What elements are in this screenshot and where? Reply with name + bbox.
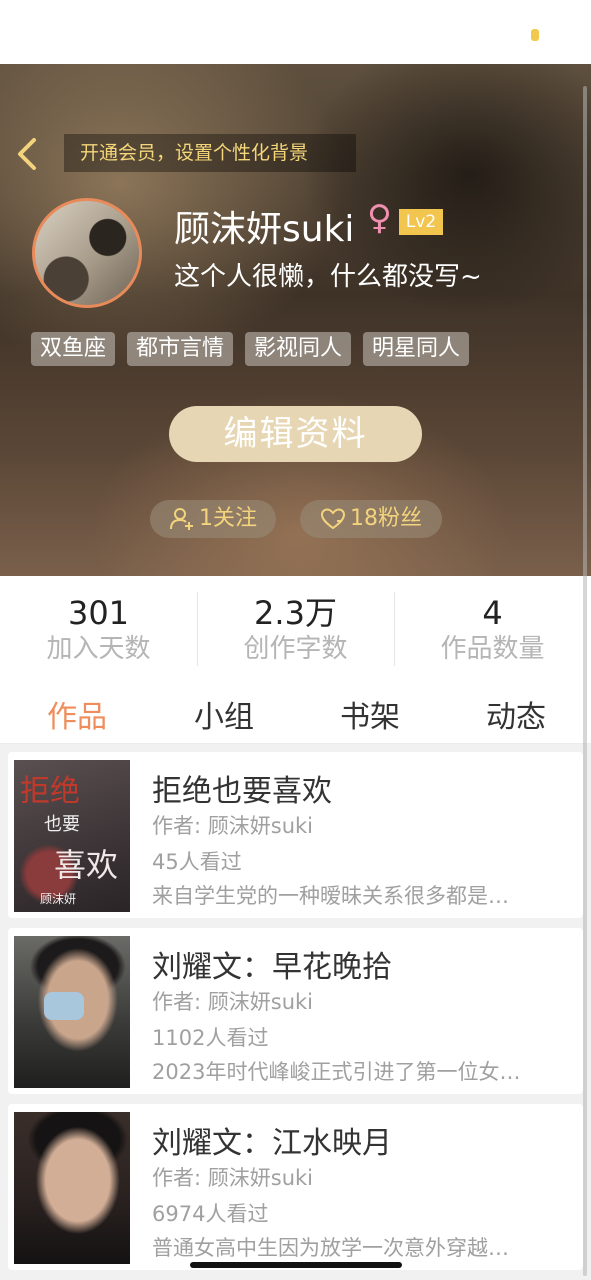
female-gender-icon: ♀: [367, 198, 392, 238]
book-cover: [14, 936, 130, 1088]
stats-bar: 301 加入天数 2.3万 创作字数 4 作品数量: [0, 576, 591, 680]
tab-bookshelf[interactable]: 书架: [340, 692, 400, 736]
edit-profile-button[interactable]: 编辑资料: [169, 406, 422, 462]
following-count: 1关注: [199, 506, 257, 531]
stat-works-count: 4 作品数量: [394, 576, 591, 680]
level-badge: Lv2: [399, 209, 443, 235]
book-cover: 拒绝 也要 喜欢 顾沫妍: [14, 760, 130, 912]
tag-celebrity-fanfic: 明星同人: [363, 332, 470, 366]
cover-title-line: 拒绝: [20, 774, 80, 809]
bio-text: 这个人很懒，什么都没写~: [174, 262, 482, 292]
tag-urban-romance: 都市言情: [127, 332, 234, 366]
stat-label: 创作字数: [243, 634, 348, 664]
book-views: 6974人看过: [152, 1202, 269, 1226]
followers-button[interactable]: 18粉丝: [300, 500, 442, 538]
username: 顾沫妍suki: [174, 209, 355, 250]
home-indicator[interactable]: [190, 1262, 402, 1268]
book-views: 1102人看过: [152, 1026, 269, 1050]
tab-groups[interactable]: 小组: [194, 692, 254, 736]
chevron-left-icon: [18, 138, 36, 170]
tag-list: 双鱼座 都市言情 影视同人 明星同人: [31, 332, 470, 366]
tag-film-fanfic: 影视同人: [245, 332, 352, 366]
works-list: 拒绝 也要 喜欢 顾沫妍 拒绝也要喜欢 作者: 顾沫妍suki 45人看过 来自…: [0, 744, 591, 1280]
stat-label: 加入天数: [46, 634, 151, 664]
tab-works[interactable]: 作品: [47, 692, 107, 736]
book-author: 作者: 顾沫妍suki: [152, 990, 313, 1014]
book-author: 作者: 顾沫妍suki: [152, 1166, 313, 1190]
book-views: 45人看过: [152, 850, 242, 874]
stat-days-joined: 301 加入天数: [0, 576, 197, 680]
stat-label: 作品数量: [440, 634, 545, 664]
book-title: 刘耀文：江水映月: [152, 1126, 392, 1161]
cover-signature: 顾沫妍: [40, 892, 77, 906]
cover-mask-shape: [44, 992, 84, 1020]
back-button[interactable]: [14, 136, 44, 172]
work-card[interactable]: 刘耀文：早花晚拾 作者: 顾沫妍suki 1102人看过 2023年时代峰峻正式…: [8, 928, 583, 1094]
cover-title-line: 喜欢: [54, 846, 119, 884]
stat-value: 301: [67, 594, 130, 632]
profile-tabs: 作品 小组 书架 动态: [0, 680, 591, 744]
stat-value: 2.3万: [254, 594, 337, 632]
book-author: 作者: 顾沫妍suki: [152, 814, 313, 838]
avatar[interactable]: [32, 198, 142, 308]
user-plus-icon: [170, 508, 193, 530]
tab-activity[interactable]: 动态: [486, 692, 546, 736]
scrollbar[interactable]: [583, 86, 587, 1276]
heart-icon: [320, 508, 346, 530]
cover-title-line: 也要: [44, 814, 80, 835]
work-card[interactable]: 刘耀文：江水映月 作者: 顾沫妍suki 6974人看过 普通女高中生因为放学一…: [8, 1104, 583, 1270]
followers-count: 18粉丝: [350, 506, 422, 531]
book-title: 刘耀文：早花晚拾: [152, 950, 392, 985]
following-button[interactable]: 1关注: [150, 500, 276, 538]
book-title: 拒绝也要喜欢: [152, 774, 332, 809]
book-description: 来自学生党的一种暧昧关系很多都是…: [152, 884, 509, 908]
book-description: 2023年时代峰峻正式引进了第一位女…: [152, 1060, 521, 1084]
vip-banner[interactable]: 开通会员，设置个性化背景: [64, 134, 356, 172]
status-bar: [0, 0, 591, 64]
recording-indicator-icon: [531, 29, 539, 41]
stat-word-count: 2.3万 创作字数: [197, 576, 394, 680]
stat-value: 4: [482, 594, 503, 632]
profile-header: 开通会员，设置个性化背景 顾沫妍suki ♀ Lv2 这个人很懒，什么都没写~ …: [0, 64, 591, 576]
book-cover: [14, 1112, 130, 1264]
tag-constellation: 双鱼座: [31, 332, 116, 366]
work-card[interactable]: 拒绝 也要 喜欢 顾沫妍 拒绝也要喜欢 作者: 顾沫妍suki 45人看过 来自…: [8, 752, 583, 918]
book-description: 普通女高中生因为放学一次意外穿越…: [152, 1236, 509, 1260]
